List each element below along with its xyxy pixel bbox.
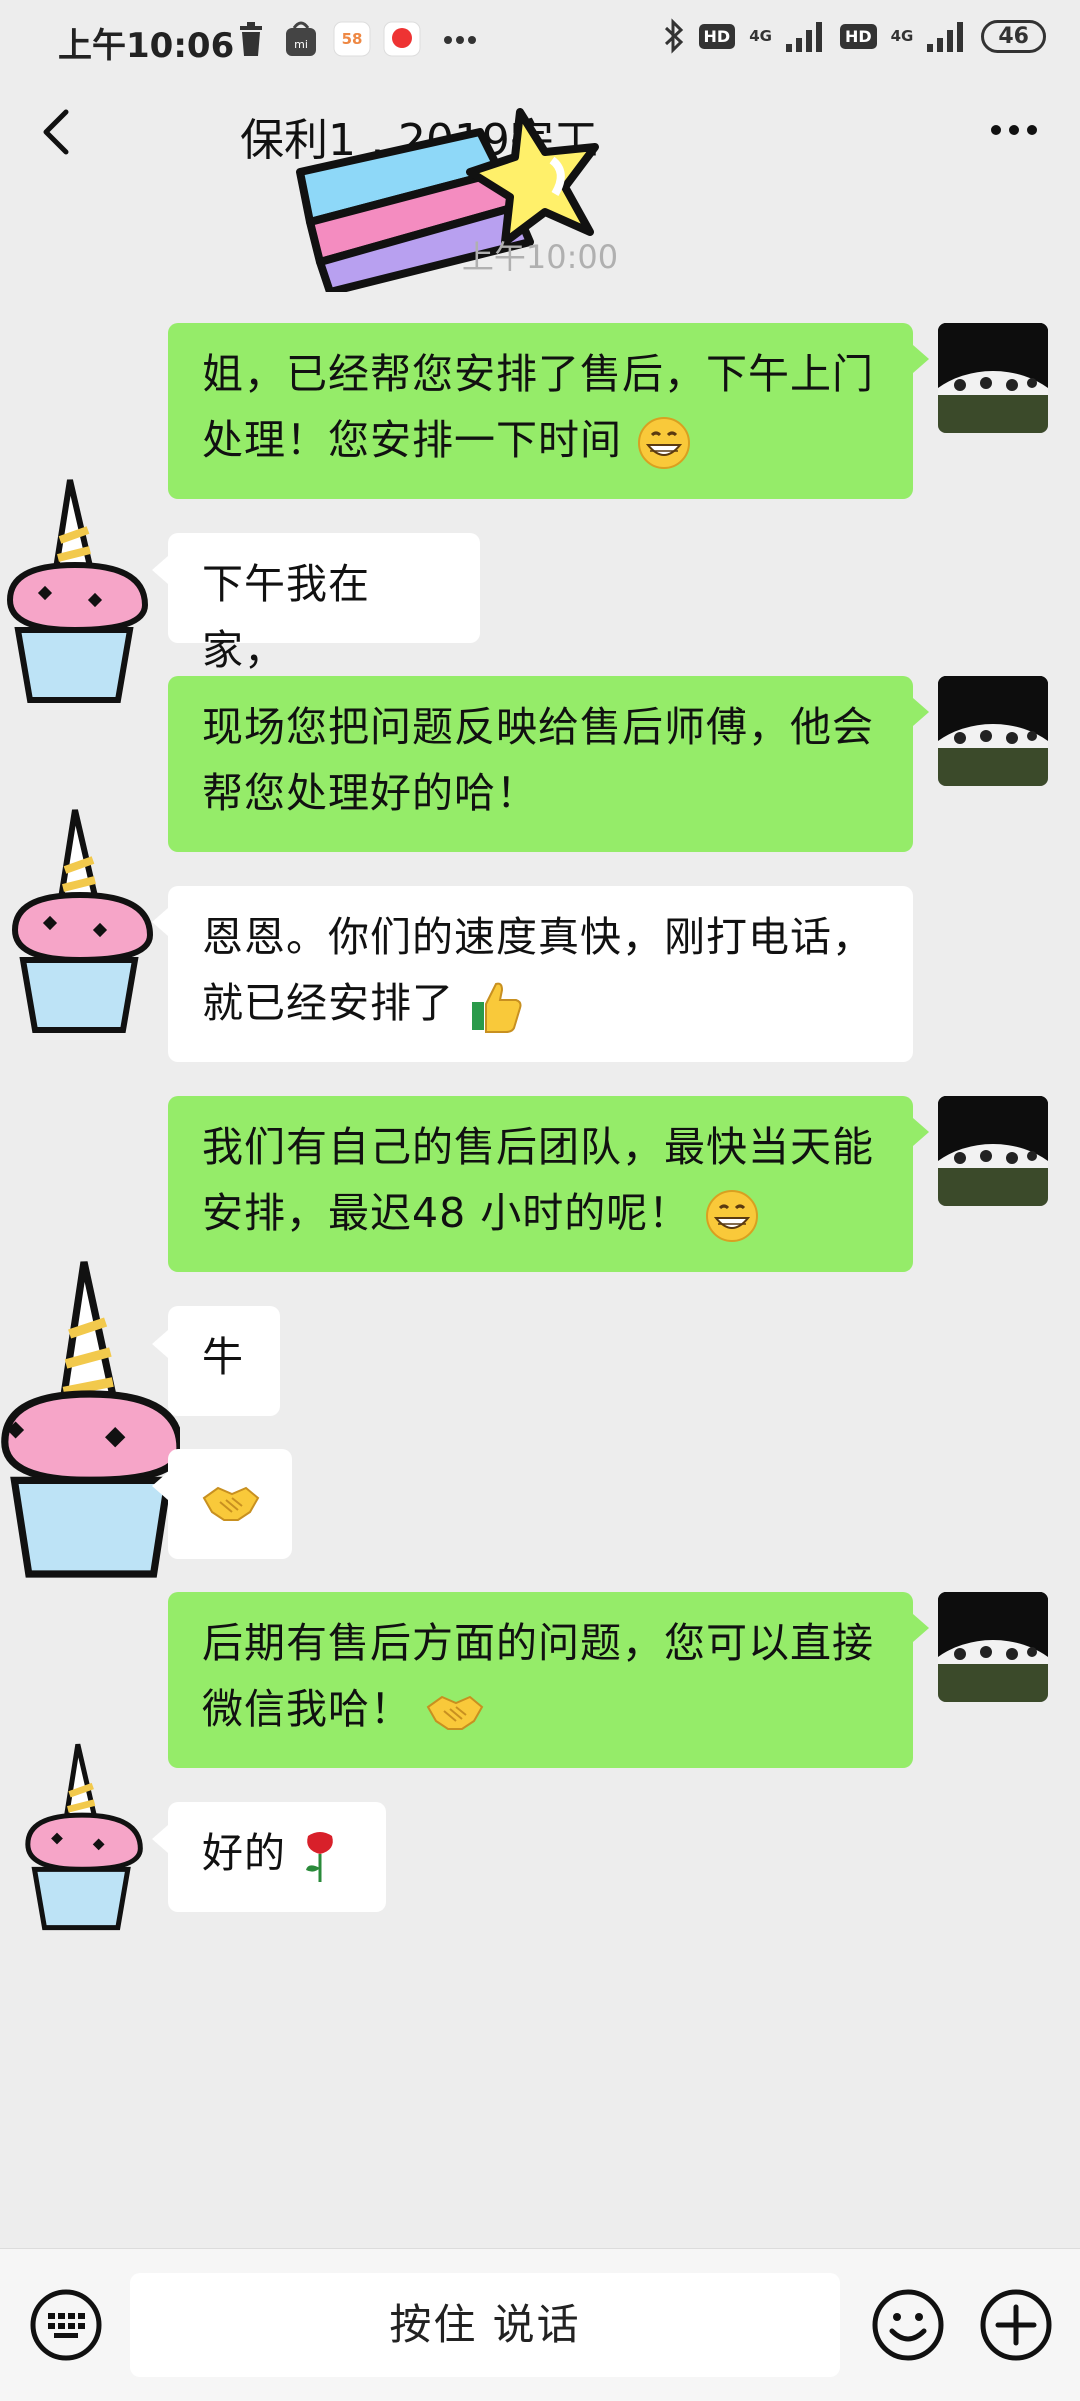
grin-emoji-icon — [706, 1190, 759, 1242]
self-avatar[interactable] — [938, 676, 1048, 786]
bubble-tail — [913, 698, 929, 726]
cupcake-unicorn-avatar[interactable] — [0, 800, 160, 1040]
hd-badge-2: HD — [839, 23, 877, 49]
plus-icon[interactable] — [978, 2287, 1054, 2363]
bubble-tail — [152, 1330, 168, 1358]
signal-icon-2 — [927, 22, 964, 52]
self-avatar[interactable] — [938, 323, 1048, 433]
cupcake-unicorn-avatar[interactable] — [12, 1736, 152, 1936]
message-text: 好的 — [202, 1829, 286, 1877]
handshake-emoji-icon — [202, 1486, 260, 1521]
mi-store-icon: mi — [286, 21, 316, 56]
message-bubble-outgoing[interactable]: 我们有自己的售后团队，最快当天能安排，最迟48 小时的呢！ — [168, 1096, 913, 1272]
cyclists-avatar-image — [938, 676, 1048, 786]
message-bubble-outgoing[interactable]: 后期有售后方面的问题，您可以直接微信我哈！ — [168, 1592, 913, 1768]
hd-badge: HD — [698, 23, 736, 49]
message-text: 姐，已经帮您安排了售后，下午上门处理！您安排一下时间 — [202, 350, 874, 464]
battery-indicator: 46 — [981, 19, 1046, 53]
signal-icon — [785, 22, 822, 52]
bubble-tail — [913, 1118, 929, 1146]
message-bubble-incoming[interactable]: 牛 — [168, 1306, 280, 1416]
hold-to-talk-button[interactable]: 按住 说话 — [130, 2273, 840, 2377]
message-bubble-incoming[interactable]: 好的 — [168, 1802, 386, 1912]
bubble-tail — [913, 1614, 929, 1642]
message-bubble-incoming[interactable]: 恩恩。你们的速度真快，刚打电话，就已经安排了 — [168, 886, 913, 1062]
cyclists-avatar-image — [938, 1096, 1048, 1206]
bubble-tail — [152, 556, 168, 584]
handshake-emoji-icon — [426, 1695, 484, 1730]
thumbs-up-emoji-icon — [472, 982, 522, 1033]
network-type: 4G — [749, 27, 772, 45]
message-text: 恩恩。你们的速度真快，刚打电话，就已经安排了 — [202, 913, 874, 1027]
cupcake-unicorn-avatar[interactable] — [0, 1248, 180, 1588]
svg-text:58: 58 — [342, 30, 363, 48]
grin-emoji-icon — [638, 417, 691, 469]
emoji-icon[interactable] — [870, 2287, 946, 2363]
input-bar: 按住 说话 — [0, 2248, 1080, 2401]
network-type-2: 4G — [890, 27, 914, 45]
more-notifications-icon — [444, 36, 476, 44]
message-text: 现场您把问题反映给售后师傅，他会帮您处理好的哈！ — [202, 703, 874, 817]
message-text: 后期有售后方面的问题，您可以直接微信我哈！ — [202, 1619, 874, 1733]
cyclists-avatar-image — [938, 323, 1048, 433]
bubble-tail — [152, 1825, 168, 1853]
status-indicators: HD 4G HD 4G 46 — [663, 18, 1046, 54]
back-icon[interactable] — [30, 102, 90, 162]
time-divider: 上午10:00 — [461, 238, 619, 276]
status-bar: 上午10:06 mi 58 HD 4G HD 4G 46 — [0, 0, 1080, 82]
self-avatar[interactable] — [938, 1592, 1048, 1702]
message-bubble-incoming[interactable] — [168, 1449, 292, 1559]
message-text: 我们有自己的售后团队，最快当天能安排，最迟48 小时的呢！ — [202, 1123, 874, 1237]
trash-icon — [240, 22, 262, 56]
message-text: 下午我在家， — [202, 560, 370, 674]
status-time: 上午10:06 — [58, 26, 235, 66]
svg-text:mi: mi — [294, 38, 308, 51]
cyclists-avatar-image — [938, 1592, 1048, 1702]
self-avatar[interactable] — [938, 1096, 1048, 1206]
rose-emoji-icon — [306, 1832, 333, 1882]
message-bubble-incoming[interactable]: 下午我在家， — [168, 533, 480, 674]
more-options-icon[interactable] — [984, 110, 1044, 150]
bubble-tail — [152, 908, 168, 936]
cupcake-unicorn-avatar[interactable] — [0, 470, 150, 710]
message-bubble-outgoing[interactable]: 现场您把问题反映给售后师傅，他会帮您处理好的哈！ — [168, 676, 913, 852]
message-text: 牛 — [202, 1333, 244, 1381]
app-notification-icon — [383, 21, 421, 57]
bluetooth-icon — [664, 18, 683, 54]
bubble-tail — [913, 345, 929, 373]
message-bubble-outgoing[interactable]: 姐，已经帮您安排了售后，下午上门处理！您安排一下时间 — [168, 323, 913, 499]
58-app-icon: 58 — [333, 21, 371, 57]
keyboard-icon[interactable] — [28, 2287, 104, 2363]
bubble-tail — [152, 1472, 168, 1500]
